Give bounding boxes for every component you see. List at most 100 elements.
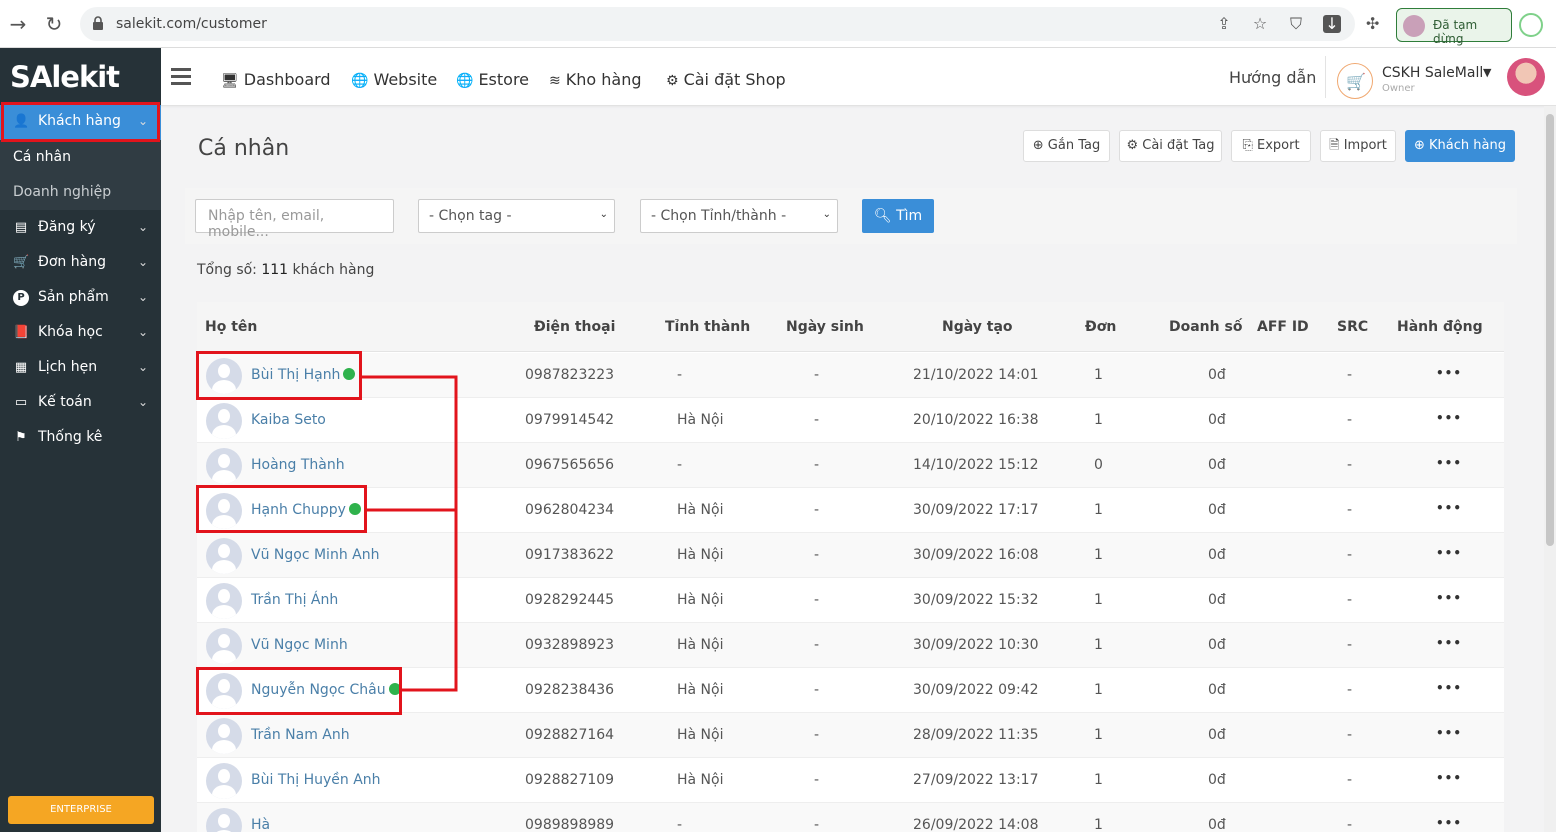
sidebar-item-label: Thống kê — [38, 429, 103, 445]
row-actions-menu[interactable]: ••• — [1436, 636, 1462, 650]
add-customer-button[interactable]: ⊕ Khách hàng — [1405, 130, 1515, 162]
nav-website[interactable]: 🌐 Website — [351, 70, 437, 89]
cell-province: Hà Nội — [677, 727, 724, 743]
page-scrollbar[interactable] — [1544, 106, 1556, 832]
table-row[interactable]: Trần Nam Anh 0928827164 Hà Nội - 28/09/2022 … — [197, 713, 1504, 758]
table-row[interactable]: Trần Thị Ánh 0928292445 Hà Nội - 30/09/2022 … — [197, 578, 1504, 623]
customer-avatar — [206, 493, 242, 529]
customer-name-link[interactable]: Vũ Ngọc Minh Anh — [251, 547, 379, 563]
sidebar-subitem-business[interactable]: Doanh nghiệp — [0, 175, 161, 210]
sidebar-item-courses[interactable]: 📕 Khóa học ⌄ — [0, 316, 161, 351]
table-row[interactable]: Hà 0989898989 - - 26/09/2022 14:08 1 0đ - ••• — [197, 803, 1504, 832]
customer-name-link[interactable]: Hoàng Thành — [251, 457, 345, 473]
customer-name: Vũ Ngọc Minh Anh — [251, 547, 380, 563]
share-icon[interactable]: ⇪ — [1215, 15, 1233, 33]
cell-created: 14/10/2022 15:12 — [913, 457, 1039, 473]
row-actions-menu[interactable]: ••• — [1436, 681, 1462, 695]
province-select[interactable]: - Chọn Tỉnh/thành - ⌄ — [640, 199, 838, 233]
star-icon[interactable]: ☆ — [1251, 15, 1269, 33]
nav-warehouse[interactable]: ≋ Kho hàng — [549, 70, 641, 89]
table-row[interactable]: Vũ Ngọc Minh 0932898923 Hà Nội - 30/09/2022 … — [197, 623, 1504, 668]
column-header[interactable]: Tỉnh thành — [665, 319, 750, 335]
cell-src: - — [1347, 502, 1353, 518]
customer-name-link[interactable]: Bùi Thị Hạnh — [251, 367, 356, 383]
cell-created: 21/10/2022 14:01 — [913, 367, 1039, 383]
download-icon[interactable]: ↓ — [1323, 15, 1341, 33]
row-actions-menu[interactable]: ••• — [1436, 726, 1462, 740]
column-header[interactable]: Đơn — [1085, 319, 1116, 335]
column-header[interactable]: Hành động — [1397, 319, 1483, 335]
nav-estore[interactable]: 🌐 Estore — [456, 70, 529, 89]
sidebar-item-orders[interactable]: 🛒 Đơn hàng ⌄ — [0, 246, 161, 281]
sidebar-item-registration[interactable]: ▤ Đăng ký ⌄ — [0, 211, 161, 246]
customer-name-link[interactable]: Trần Thị Ánh — [251, 592, 338, 608]
row-actions-menu[interactable]: ••• — [1436, 411, 1462, 425]
profile-status-button[interactable]: Đã tạm dừng — [1396, 8, 1512, 46]
shop-logo[interactable]: 🛒 — [1337, 63, 1373, 99]
search-input[interactable]: Nhập tên, email, mobile... — [195, 199, 394, 240]
cell-revenue: 0đ — [1208, 772, 1226, 788]
tag-settings-button[interactable]: ⚙ Cài đặt Tag — [1119, 130, 1222, 162]
nav-shop-settings[interactable]: ⚙ Cài đặt Shop — [666, 70, 786, 89]
sidebar-item-customers[interactable]: 👤 Khách hàng ⌄ — [0, 105, 161, 140]
sidebar-item-statistics[interactable]: ⚑ Thống kê — [0, 421, 161, 456]
row-actions-menu[interactable]: ••• — [1436, 366, 1462, 380]
customer-avatar — [206, 808, 242, 832]
customer-name-link[interactable]: Nguyễn Ngọc Châu — [251, 682, 401, 698]
search-button[interactable]: 🔍︎ Tìm — [862, 199, 934, 233]
address-bar[interactable]: salekit.com/customer ⇪ ☆ ⛉ ↓ — [80, 7, 1355, 41]
assign-tag-button[interactable]: ⊕ Gắn Tag — [1023, 130, 1110, 162]
row-actions-menu[interactable]: ••• — [1436, 546, 1462, 560]
row-actions-menu[interactable]: ••• — [1436, 816, 1462, 830]
cell-revenue: 0đ — [1208, 367, 1226, 383]
export-button[interactable]: ⎘ Export — [1231, 130, 1311, 162]
customer-name-link[interactable]: Bùi Thị Huyền Anh — [251, 772, 381, 788]
sync-indicator-icon[interactable] — [1519, 13, 1543, 37]
column-header[interactable]: AFF ID — [1257, 319, 1309, 335]
hamburger-menu-icon[interactable] — [171, 68, 191, 86]
table-row[interactable]: Hạnh Chuppy 0962804234 Hà Nội - 30/09/2022 1… — [197, 488, 1504, 533]
row-actions-menu[interactable]: ••• — [1436, 771, 1462, 785]
account-name[interactable]: CSKH SaleMall — [1382, 65, 1483, 81]
table-row[interactable]: Bùi Thị Huyền Anh 0928827109 Hà Nội - 27/09/… — [197, 758, 1504, 803]
gear-icon: ⚙ — [1126, 138, 1143, 153]
column-header[interactable]: Doanh số — [1169, 319, 1242, 335]
shield-icon[interactable]: ⛉ — [1287, 15, 1305, 33]
caret-down-icon[interactable]: ▼ — [1483, 66, 1491, 79]
tag-select[interactable]: - Chọn tag - ⌄ — [418, 199, 615, 233]
row-actions-menu[interactable]: ••• — [1436, 456, 1462, 470]
column-header[interactable]: SRC — [1337, 319, 1368, 335]
column-header[interactable]: Ngày tạo — [942, 319, 1013, 335]
table-row[interactable]: Kaiba Seto 0979914542 Hà Nội - 20/10/2022 16… — [197, 398, 1504, 443]
customer-name-link[interactable]: Hà — [251, 817, 270, 832]
customer-name-link[interactable]: Vũ Ngọc Minh — [251, 637, 348, 653]
table-row[interactable]: Nguyễn Ngọc Châu 0928238436 Hà Nội - 30/09/2… — [197, 668, 1504, 713]
sidebar-item-appointments[interactable]: ▦ Lịch hẹn ⌄ — [0, 351, 161, 386]
sidebar-subitem-individual[interactable]: Cá nhân — [0, 140, 161, 175]
customer-name-link[interactable]: Hạnh Chuppy — [251, 502, 361, 518]
avatar[interactable] — [1507, 58, 1545, 96]
import-button[interactable]: 🗎 Import — [1320, 130, 1396, 162]
sidebar-item-accounting[interactable]: ▭ Kế toán ⌄ — [0, 386, 161, 421]
forward-icon[interactable]: → — [6, 12, 30, 36]
customer-name-link[interactable]: Trần Nam Anh — [251, 727, 350, 743]
row-actions-menu[interactable]: ••• — [1436, 501, 1462, 515]
column-header[interactable]: Ngày sinh — [786, 319, 864, 335]
plan-badge[interactable]: ENTERPRISE — [8, 796, 154, 824]
guide-link[interactable]: Hướng dẫn — [1229, 68, 1316, 87]
table-row[interactable]: Hoàng Thành 0967565656 - - 14/10/2022 15:12 0… — [197, 443, 1504, 488]
extensions-icon[interactable]: ✣ — [1366, 14, 1386, 34]
messenger-icon — [343, 368, 356, 380]
customer-name-link[interactable]: Kaiba Seto — [251, 412, 326, 428]
top-navbar: 🖥 Dashboard 🌐 Website 🌐 Estore ≋ Kho hàng ⚙ C… — [161, 48, 1556, 106]
scrollbar-thumb[interactable] — [1546, 114, 1554, 546]
table-row[interactable]: Bùi Thị Hạnh 0987823223 - - 21/10/2022 14:01… — [197, 353, 1504, 398]
row-actions-menu[interactable]: ••• — [1436, 591, 1462, 605]
column-header[interactable]: Họ tên — [205, 319, 257, 335]
sidebar-item-products[interactable]: P Sản phẩm ⌄ — [0, 281, 161, 316]
table-row[interactable]: Vũ Ngọc Minh Anh 0917383622 Hà Nội - 30/09/2… — [197, 533, 1504, 578]
reload-icon[interactable]: ↻ — [42, 12, 66, 36]
column-header[interactable]: Điện thoại — [534, 319, 615, 335]
app-logo[interactable]: SAlekit — [10, 60, 120, 94]
nav-dashboard[interactable]: 🖥 Dashboard — [221, 70, 331, 89]
